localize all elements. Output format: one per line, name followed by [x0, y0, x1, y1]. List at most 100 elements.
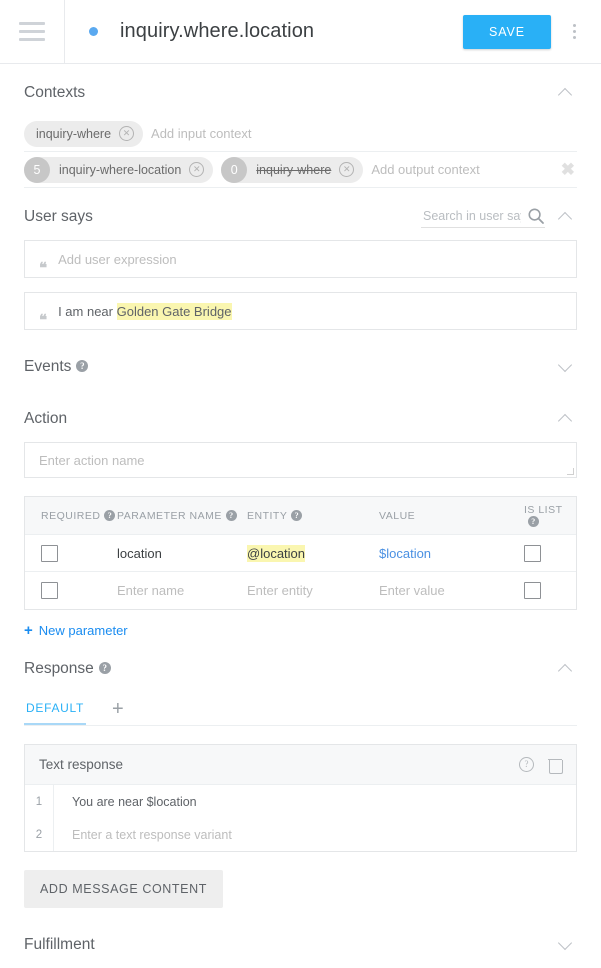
column-header-is-list-label: IS LIST — [524, 503, 563, 516]
top-bar-actions: SAVE — [462, 12, 601, 52]
text-response-card-header: Text response ? — [25, 745, 576, 785]
column-header-parameter-name: PARAMETER NAME? — [117, 509, 247, 522]
page-content: Contexts inquiry-where ✕ Add input conte… — [0, 70, 601, 968]
response-title: Response? — [24, 660, 111, 678]
column-header-parameter-name-label: PARAMETER NAME — [117, 509, 222, 522]
action-section-header: Action — [24, 396, 577, 442]
search-input[interactable] — [421, 207, 523, 224]
add-user-expression-field[interactable]: ❞ Add user expression — [24, 240, 577, 278]
column-header-is-list: IS LIST? — [524, 504, 576, 528]
kebab-dot — [572, 36, 576, 39]
required-checkbox[interactable] — [41, 544, 58, 562]
output-context-chip[interactable]: 0 inquiry-where ✕ — [221, 156, 364, 183]
is-list-checkbox[interactable] — [524, 544, 541, 562]
add-output-context-input[interactable]: Add output context — [371, 162, 479, 177]
tab-default[interactable]: DEFAULT — [24, 701, 87, 725]
help-icon[interactable]: ? — [104, 509, 116, 521]
entity-cell[interactable]: @location — [247, 544, 379, 562]
response-row-number: 1 — [25, 785, 54, 818]
response-row-text[interactable]: You are near $location — [54, 795, 197, 809]
is-list-cell — [524, 582, 576, 599]
parameter-name-cell[interactable]: Enter name — [117, 583, 247, 598]
add-input-context-input[interactable]: Add input context — [151, 126, 251, 141]
new-parameter-button[interactable]: + New parameter — [24, 622, 128, 639]
column-header-required-label: REQUIRED — [41, 509, 101, 522]
action-collapse-chevron-icon[interactable] — [555, 408, 577, 430]
help-icon[interactable]: ? — [291, 509, 303, 521]
user-expression-row[interactable]: ❞ I am near Golden Gate Bridge — [24, 292, 577, 330]
quote-icon: ❞ — [39, 303, 48, 320]
column-header-entity-label: ENTITY — [247, 509, 288, 522]
help-icon[interactable]: ? — [98, 662, 111, 674]
action-title: Action — [24, 410, 68, 427]
output-context-lifespan-badge[interactable]: 5 — [24, 156, 50, 183]
blue-dot-icon — [89, 27, 98, 36]
response-tabs: DEFAULT + — [24, 694, 577, 726]
search-icon[interactable] — [527, 207, 545, 225]
add-response-tab-icon[interactable]: + — [112, 698, 124, 725]
contexts-collapse-chevron-icon[interactable] — [555, 82, 577, 104]
user-says-section-header: User says — [24, 194, 577, 240]
help-icon[interactable]: ? — [528, 515, 539, 527]
plus-icon: + — [24, 622, 33, 639]
response-row-text[interactable]: Enter a text response variant — [54, 828, 232, 842]
events-section-header: Events? — [24, 344, 577, 390]
response-collapse-chevron-icon[interactable] — [555, 658, 577, 680]
value-cell[interactable]: $location — [379, 546, 524, 561]
kebab-dot — [572, 24, 576, 27]
column-header-required: REQUIRED? — [25, 509, 117, 522]
kebab-dot — [572, 30, 576, 33]
save-button[interactable]: SAVE — [462, 14, 551, 49]
trash-icon[interactable] — [548, 757, 563, 774]
table-row: location @location $location — [25, 535, 576, 572]
help-icon[interactable]: ? — [76, 360, 89, 372]
output-context-chip[interactable]: 5 inquiry-where-location ✕ — [24, 156, 214, 183]
user-expression-text: I am near Golden Gate Bridge — [58, 302, 232, 320]
add-message-content-button[interactable]: ADD MESSAGE CONTENT — [24, 870, 223, 908]
help-icon[interactable]: ? — [519, 757, 534, 772]
clear-output-contexts-icon[interactable]: ✖ — [561, 160, 577, 180]
output-context-lifespan-badge[interactable]: 0 — [221, 156, 248, 183]
response-title-text: Response — [24, 660, 94, 677]
hamburger-bar — [19, 22, 45, 25]
fulfillment-title: Fulfillment — [24, 936, 95, 953]
action-name-input[interactable]: Enter action name — [24, 442, 577, 478]
user-says-title: User says — [24, 208, 93, 225]
text-response-row: 2 Enter a text response variant — [25, 818, 576, 851]
user-says-search — [421, 207, 545, 228]
required-checkbox[interactable] — [41, 582, 58, 599]
expression-entity-highlight[interactable]: Golden Gate Bridge — [116, 302, 232, 320]
text-response-row: 1 You are near $location — [25, 785, 576, 818]
toolbar-divider — [64, 0, 65, 64]
response-row-number: 2 — [25, 818, 54, 851]
contexts-title: Contexts — [24, 84, 86, 101]
input-context-row: inquiry-where ✕ Add input context — [24, 116, 577, 152]
value-cell[interactable]: Enter value — [379, 583, 524, 598]
text-response-card-actions: ? — [519, 757, 563, 774]
help-icon[interactable]: ? — [225, 509, 237, 521]
events-expand-chevron-icon[interactable] — [555, 356, 577, 378]
add-user-expression-placeholder: Add user expression — [58, 251, 177, 267]
hamburger-icon[interactable] — [0, 0, 64, 64]
is-list-checkbox[interactable] — [524, 582, 541, 599]
fulfillment-expand-chevron-icon[interactable] — [555, 934, 577, 956]
is-list-cell — [524, 544, 576, 562]
remove-output-context-icon[interactable]: ✕ — [339, 162, 355, 177]
entity-cell[interactable]: Enter entity — [247, 583, 379, 598]
events-title-text: Events — [24, 358, 72, 375]
entity-value: @location — [247, 544, 306, 562]
input-context-label: inquiry-where — [36, 126, 112, 141]
resize-grip-icon[interactable] — [567, 468, 574, 475]
text-response-title: Text response — [39, 757, 124, 772]
top-app-bar: inquiry.where.location SAVE — [0, 0, 601, 64]
input-context-chip[interactable]: inquiry-where ✕ — [24, 120, 144, 147]
fulfillment-section-header: Fulfillment — [24, 922, 577, 968]
remove-output-context-icon[interactable]: ✕ — [189, 162, 205, 177]
user-says-collapse-chevron-icon[interactable] — [555, 206, 577, 228]
output-context-row: 5 inquiry-where-location ✕ 0 inquiry-whe… — [24, 152, 577, 188]
parameter-name-cell[interactable]: location — [117, 546, 247, 561]
parameters-table-header: REQUIRED? PARAMETER NAME? ENTITY? VALUE … — [25, 497, 576, 535]
required-cell — [25, 582, 117, 599]
remove-input-context-icon[interactable]: ✕ — [119, 126, 135, 141]
kebab-menu-icon[interactable] — [557, 12, 591, 52]
